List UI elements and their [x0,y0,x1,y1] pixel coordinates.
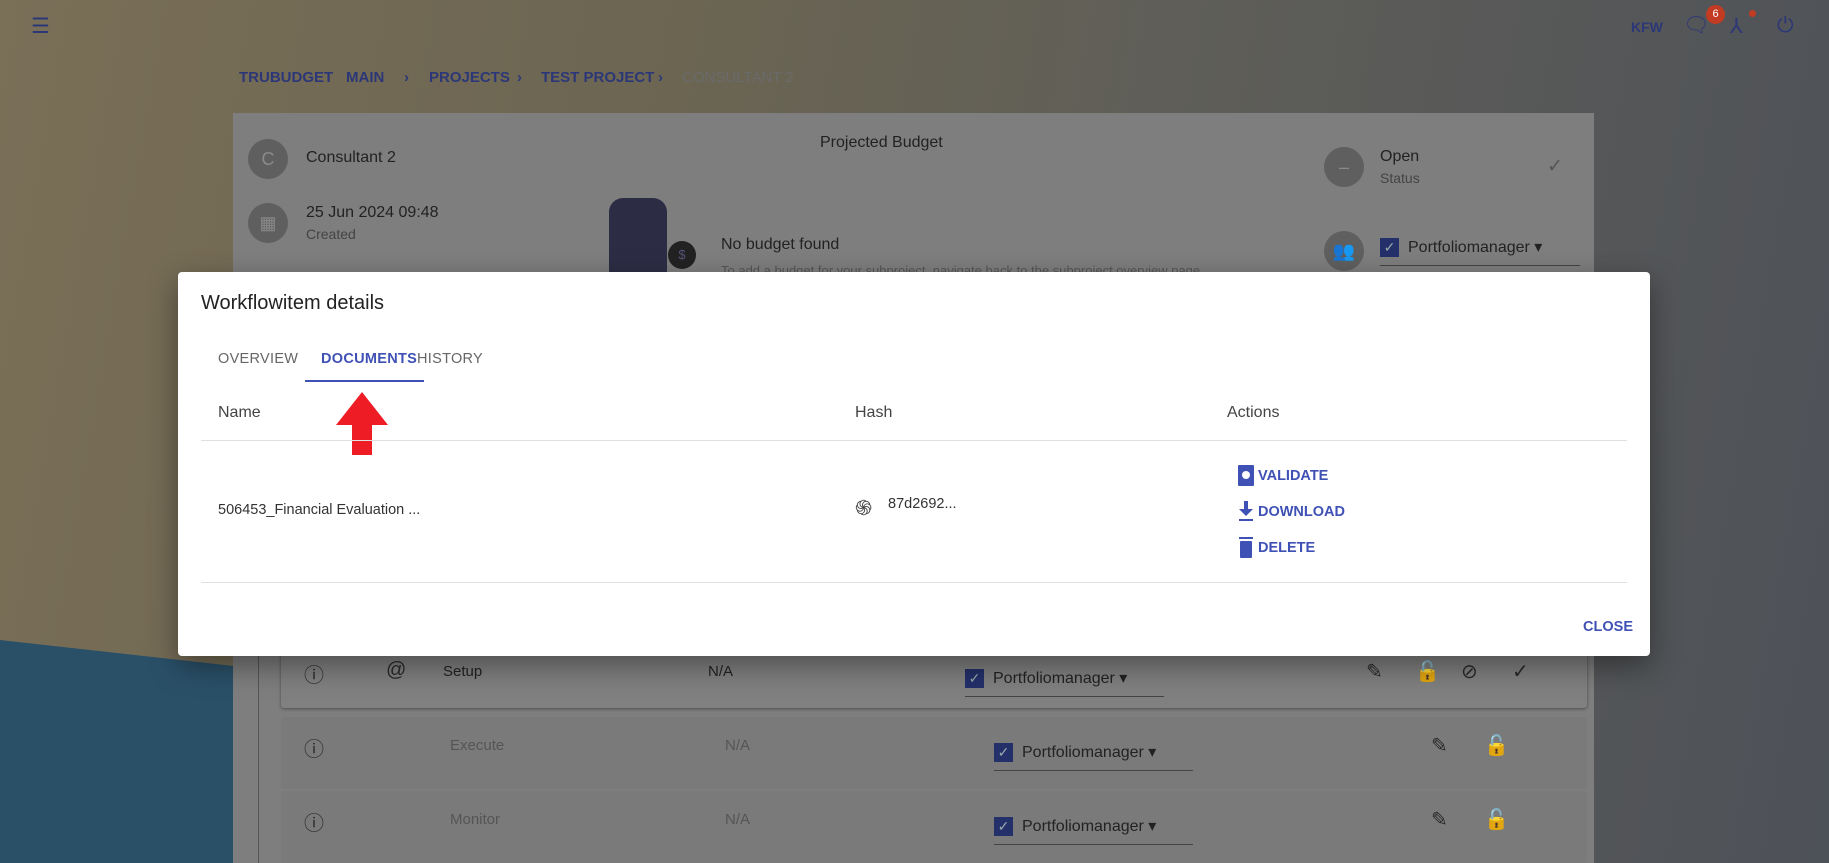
validate-icon [1238,465,1254,486]
info-icon[interactable]: ⓘ [304,659,324,688]
dialog-title: Workflowitem details [201,292,385,314]
created-date: 25 Jun 2024 09:48 [306,204,439,221]
download-button[interactable]: DOWNLOAD [1237,501,1345,522]
reject-icon[interactable]: ⊘ [1461,659,1478,684]
status-icon: – [1324,147,1364,187]
checkbox-icon: ✓ [994,743,1013,763]
assignee-select[interactable]: ✓ Portfoliomanager ▾ [994,736,1193,771]
chevron-right-icon: › [658,69,663,86]
checkbox-icon: ✓ [994,817,1013,837]
lock-open-icon[interactable]: 🔓 [1415,659,1440,684]
tab-overview[interactable]: OVERVIEW [218,351,298,367]
budget-title: Projected Budget [820,134,943,151]
dollar-icon: $ [668,241,696,269]
info-icon[interactable]: ⓘ [304,733,324,762]
notification-badge: 6 [1706,5,1725,24]
fingerprint-icon: ֍ [855,497,873,520]
chevron-right-icon: › [517,69,522,86]
breadcrumb-main[interactable]: MAIN [346,69,384,86]
divider [201,582,1627,583]
timeline-line [258,653,259,863]
download-label: DOWNLOAD [1258,503,1345,520]
lock-open-icon[interactable]: 🔓 [1484,807,1509,832]
edit-icon[interactable]: ✎ [1366,659,1383,684]
assignee-value: Portfoliomanager [1022,744,1144,761]
status-label: Status [1380,170,1420,186]
calendar-icon: ▦ [248,203,288,243]
divider [201,440,1627,441]
workflowitem-name: Setup [443,663,483,680]
tab-history[interactable]: HISTORY [417,351,483,367]
lock-open-icon[interactable]: 🔓 [1484,733,1509,758]
created-label: Created [306,226,356,242]
logout-icon[interactable]: ⏻ [1777,14,1794,38]
checkbox-icon: ✓ [1380,238,1399,258]
tab-indicator [305,380,424,382]
assignee-value: Portfoliomanager [993,670,1115,687]
workflowitem-amount: N/A [708,663,734,680]
breadcrumb-projects[interactable]: PROJECTS [429,69,510,86]
workflowitem-details-dialog: Workflowitem details OVERVIEW DOCUMENTS … [178,272,1650,656]
close-subproject-icon[interactable]: ✓ [1547,155,1563,178]
chevron-right-icon: › [404,69,409,86]
assignee-select[interactable]: ✓ Portfoliomanager ▾ [965,662,1164,697]
assignee-value: Portfoliomanager [1408,239,1530,256]
group-icon: 👥 [1324,231,1364,271]
workflowitem-amount: N/A [725,737,751,754]
delete-button[interactable]: DELETE [1237,537,1315,558]
workflowitem-name: Execute [450,737,505,754]
assignee-value: Portfoliomanager [1022,818,1144,835]
app-root: ☰ KFW 🗨 6 ⅄ ⏻ TRUBUDGET MAIN › PROJECTS … [0,0,1829,863]
document-hash: 87d2692... [888,496,957,512]
download-icon [1239,501,1253,521]
column-hash: Hash [855,404,893,421]
no-budget-text: No budget found [721,236,840,253]
avatar: C [248,139,288,179]
validate-label: VALIDATE [1258,467,1329,484]
network-icon[interactable]: ⅄ [1730,14,1743,39]
info-icon[interactable]: ⓘ [304,807,324,836]
trash-icon [1239,537,1253,558]
illustration-person [609,198,667,272]
workflowitem-name: Monitor [450,811,501,828]
breadcrumb-current: CONSULTANT 2 [682,69,794,86]
validate-button[interactable]: VALIDATE [1237,465,1328,486]
assignee-select[interactable]: ✓ Portfoliomanager ▾ [994,810,1193,845]
workflowitem-amount: N/A [725,811,751,828]
red-arrow-annotation [336,392,388,455]
subproject-name: Consultant 2 [306,149,396,166]
breadcrumb-trubudget[interactable]: TRUBUDGET [239,69,333,86]
document-name: 506453_Financial Evaluation ... [218,502,421,518]
workflowitem-row[interactable]: ⓘ Execute N/A ✓ Portfoliomanager ▾ ✎ 🔓 [281,717,1587,789]
close-button[interactable]: CLOSE [1583,619,1633,635]
tab-documents[interactable]: DOCUMENTS [321,351,417,367]
workflowitem-row[interactable]: ⓘ Monitor N/A ✓ Portfoliomanager ▾ ✎ 🔓 [281,791,1587,863]
delete-label: DELETE [1258,539,1316,556]
column-name: Name [218,404,261,421]
close-icon[interactable]: ✓ [1512,659,1529,684]
edit-icon[interactable]: ✎ [1431,807,1448,832]
status-value: Open [1380,148,1420,165]
checkbox-icon: ✓ [965,669,984,689]
network-status-dot [1749,10,1756,17]
attachment-icon: @ [386,659,407,681]
edit-icon[interactable]: ✎ [1431,733,1448,758]
breadcrumb-test-project[interactable]: TEST PROJECT [541,69,654,86]
user-label[interactable]: KFW [1631,19,1663,35]
column-actions: Actions [1227,404,1280,421]
menu-icon[interactable]: ☰ [31,14,50,39]
assignee-select[interactable]: ✓ Portfoliomanager ▾ [1380,231,1580,266]
